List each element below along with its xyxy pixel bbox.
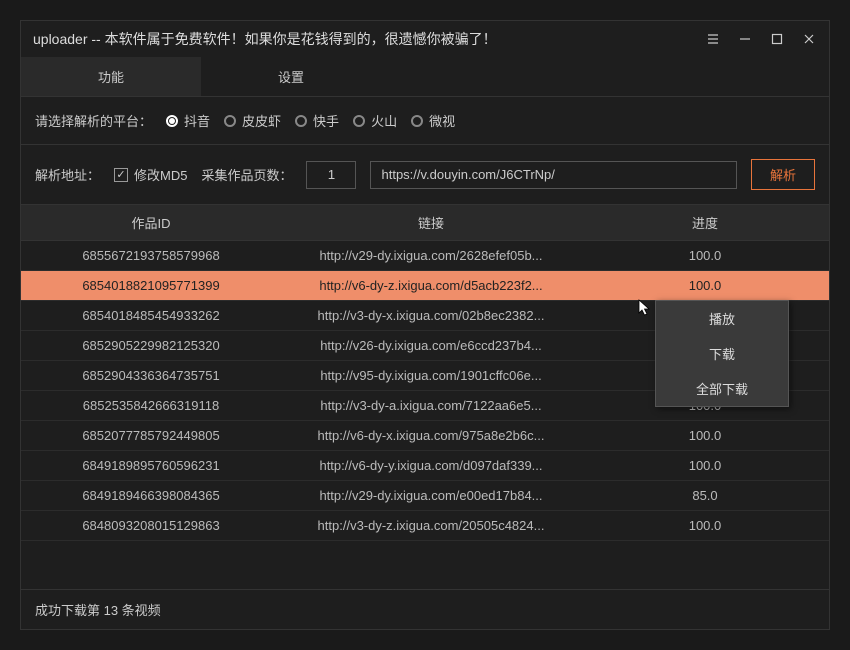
table-row[interactable]: 6848093208015129863http://v3-dy-z.ixigua… — [21, 511, 829, 541]
cell-id: 6854018821095771399 — [21, 271, 281, 300]
cell-link: http://v26-dy.ixigua.com/e6ccd237b4... — [281, 331, 581, 360]
cell-id: 6852905229982125320 — [21, 331, 281, 360]
cell-id: 6852904336364735751 — [21, 361, 281, 390]
cell-id: 6848093208015129863 — [21, 511, 281, 540]
cell-link: http://v29-dy.ixigua.com/e00ed17b84... — [281, 481, 581, 510]
col-header-link[interactable]: 链接 — [281, 205, 581, 240]
pages-input[interactable] — [306, 161, 356, 189]
col-header-id[interactable]: 作品ID — [21, 205, 281, 240]
minimize-button[interactable] — [737, 31, 753, 47]
tab-bar: 功能 设置 — [21, 57, 829, 97]
menu-item-download[interactable]: 下载 — [656, 336, 788, 371]
cell-progress: 100.0 — [581, 271, 829, 300]
maximize-button[interactable] — [769, 31, 785, 47]
cell-id: 6852535842666319118 — [21, 391, 281, 420]
cell-id: 6854018485454933262 — [21, 301, 281, 330]
window-title: uploader -- 本软件属于免费软件！如果你是花钱得到的，很遗憾你被骗了！ — [33, 29, 705, 49]
close-button[interactable] — [801, 31, 817, 47]
context-menu: 播放 下载 全部下载 — [655, 300, 789, 407]
cell-id: 6849189466398084365 — [21, 481, 281, 510]
cell-link: http://v3-dy-x.ixigua.com/02b8ec2382... — [281, 301, 581, 330]
cell-id: 6855672193758579968 — [21, 241, 281, 270]
cell-link: http://v3-dy-z.ixigua.com/20505c4824... — [281, 511, 581, 540]
radio-kuaishou[interactable]: 快手 — [295, 111, 339, 130]
cell-link: http://v6-dy-z.ixigua.com/d5acb223f2... — [281, 271, 581, 300]
radio-weishi[interactable]: 微视 — [411, 111, 455, 130]
tab-settings[interactable]: 设置 — [201, 57, 381, 96]
tab-function[interactable]: 功能 — [21, 57, 201, 96]
cell-link: http://v6-dy-y.ixigua.com/d097daf339... — [281, 451, 581, 480]
parse-row: 解析地址： ✓ 修改MD5 采集作品页数： 解析 — [21, 145, 829, 205]
radio-huoshan[interactable]: 火山 — [353, 111, 397, 130]
url-input[interactable] — [370, 161, 737, 189]
cell-id: 6849189895760596231 — [21, 451, 281, 480]
cell-progress: 100.0 — [581, 511, 829, 540]
platform-label: 请选择解析的平台： — [35, 111, 152, 130]
table-row[interactable]: 6849189466398084365http://v29-dy.ixigua.… — [21, 481, 829, 511]
platform-row: 请选择解析的平台： 抖音 皮皮虾 快手 火山 微视 — [21, 97, 829, 145]
address-label: 解析地址： — [35, 165, 100, 184]
cell-progress: 100.0 — [581, 451, 829, 480]
cell-progress: 100.0 — [581, 241, 829, 270]
parse-button[interactable]: 解析 — [751, 159, 815, 190]
table-row[interactable]: 6854018821095771399http://v6-dy-z.ixigua… — [21, 271, 829, 301]
menu-item-play[interactable]: 播放 — [656, 301, 788, 336]
status-bar: 成功下载第 13 条视频 — [21, 589, 829, 629]
cell-progress: 100.0 — [581, 421, 829, 450]
table-row[interactable]: 6852077785792449805http://v6-dy-x.ixigua… — [21, 421, 829, 451]
menu-icon[interactable] — [705, 31, 721, 47]
titlebar: uploader -- 本软件属于免费软件！如果你是花钱得到的，很遗憾你被骗了！ — [21, 21, 829, 57]
table-row[interactable]: 6849189895760596231http://v6-dy-y.ixigua… — [21, 451, 829, 481]
radio-douyin[interactable]: 抖音 — [166, 111, 210, 130]
col-header-progress[interactable]: 进度 — [581, 205, 829, 240]
cell-progress: 85.0 — [581, 481, 829, 510]
cell-link: http://v6-dy-x.ixigua.com/975a8e2b6c... — [281, 421, 581, 450]
cell-link: http://v29-dy.ixigua.com/2628efef05b... — [281, 241, 581, 270]
cell-id: 6852077785792449805 — [21, 421, 281, 450]
table-row[interactable]: 6855672193758579968http://v29-dy.ixigua.… — [21, 241, 829, 271]
md5-checkbox[interactable]: ✓ 修改MD5 — [114, 165, 187, 184]
radio-pipixia[interactable]: 皮皮虾 — [224, 111, 281, 130]
menu-item-download-all[interactable]: 全部下载 — [656, 371, 788, 406]
pages-label: 采集作品页数： — [201, 165, 292, 184]
cell-link: http://v95-dy.ixigua.com/1901cffc06e... — [281, 361, 581, 390]
cell-link: http://v3-dy-a.ixigua.com/7122aa6e5... — [281, 391, 581, 420]
